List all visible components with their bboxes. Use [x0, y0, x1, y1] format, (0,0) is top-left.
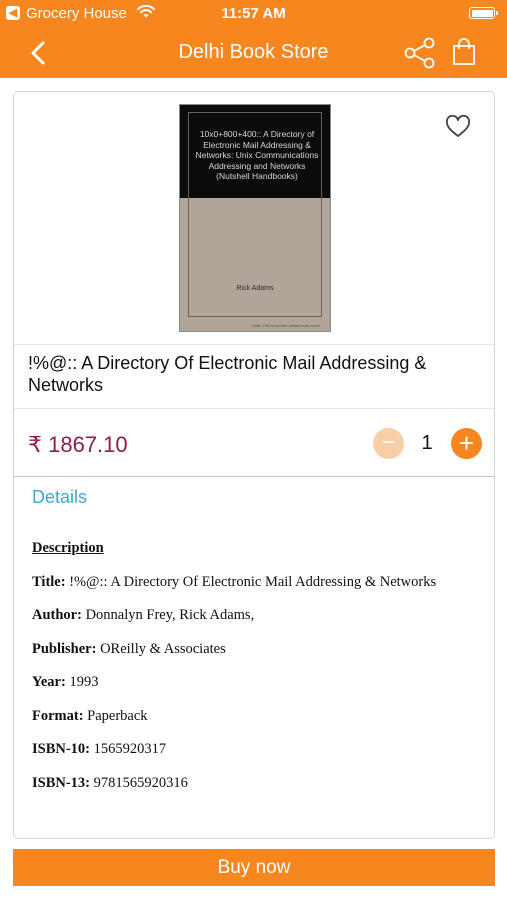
- detail-row-publisher: Publisher: OReilly & Associates: [32, 641, 226, 658]
- detail-row-year: Year: 1993: [32, 674, 98, 691]
- detail-value: 1565920317: [93, 741, 167, 757]
- detail-value: OReilly & Associates: [100, 641, 226, 657]
- quantity-decrease-button[interactable]: −: [373, 428, 404, 459]
- heart-outline-icon[interactable]: [445, 115, 471, 139]
- cover-title: 10x0+800+400:: A Directory of Electronic…: [195, 129, 319, 181]
- divider: [14, 344, 494, 345]
- quantity-value: 1: [421, 432, 433, 454]
- cover-note: Note: This is not the actual book cover: [252, 323, 320, 328]
- detail-label: ISBN-13:: [32, 775, 91, 791]
- product-card: 10x0+800+400:: A Directory of Electronic…: [13, 91, 495, 839]
- description-heading: Description: [32, 540, 104, 556]
- buy-now-button[interactable]: Buy now: [13, 849, 495, 886]
- detail-row-isbn10: ISBN-10: 1565920317: [32, 741, 166, 758]
- detail-row-isbn13: ISBN-13: 9781565920316: [32, 775, 188, 792]
- detail-label: Author:: [32, 607, 82, 623]
- detail-label: ISBN-10:: [32, 741, 91, 757]
- quantity-increase-button[interactable]: +: [451, 428, 482, 459]
- detail-row-title: Title: !%@:: A Directory Of Electronic M…: [32, 574, 436, 591]
- detail-value: !%@:: A Directory Of Electronic Mail Add…: [69, 574, 437, 590]
- clock: 11:57 AM: [221, 5, 286, 22]
- detail-row-author: Author: Donnalyn Frey, Rick Adams,: [32, 607, 254, 624]
- detail-label: Title:: [32, 574, 66, 590]
- divider: [14, 408, 494, 409]
- nav-bar: Delhi Book Store: [0, 28, 507, 78]
- detail-value: Paperback: [87, 708, 148, 724]
- shopping-bag-icon[interactable]: [452, 38, 476, 66]
- status-bar: ◀ Grocery House 11:57 AM: [0, 0, 507, 28]
- book-cover-image[interactable]: 10x0+800+400:: A Directory of Electronic…: [179, 104, 331, 332]
- detail-label: Format:: [32, 708, 84, 724]
- detail-label: Year:: [32, 674, 66, 690]
- cover-author: Rick Adams: [236, 285, 274, 292]
- product-price: ₹ 1867.10: [28, 432, 128, 457]
- detail-value: 1993: [69, 674, 99, 690]
- detail-row-format: Format: Paperback: [32, 708, 148, 725]
- detail-value: Donnalyn Frey, Rick Adams,: [85, 607, 255, 623]
- detail-label: Publisher:: [32, 641, 97, 657]
- share-icon[interactable]: [403, 37, 437, 69]
- product-name: !%@:: A Directory Of Electronic Mail Add…: [28, 353, 427, 395]
- divider: [14, 476, 494, 477]
- battery-icon: [469, 7, 498, 19]
- detail-value: 9781565920316: [93, 775, 188, 791]
- tab-details[interactable]: Details: [32, 487, 87, 508]
